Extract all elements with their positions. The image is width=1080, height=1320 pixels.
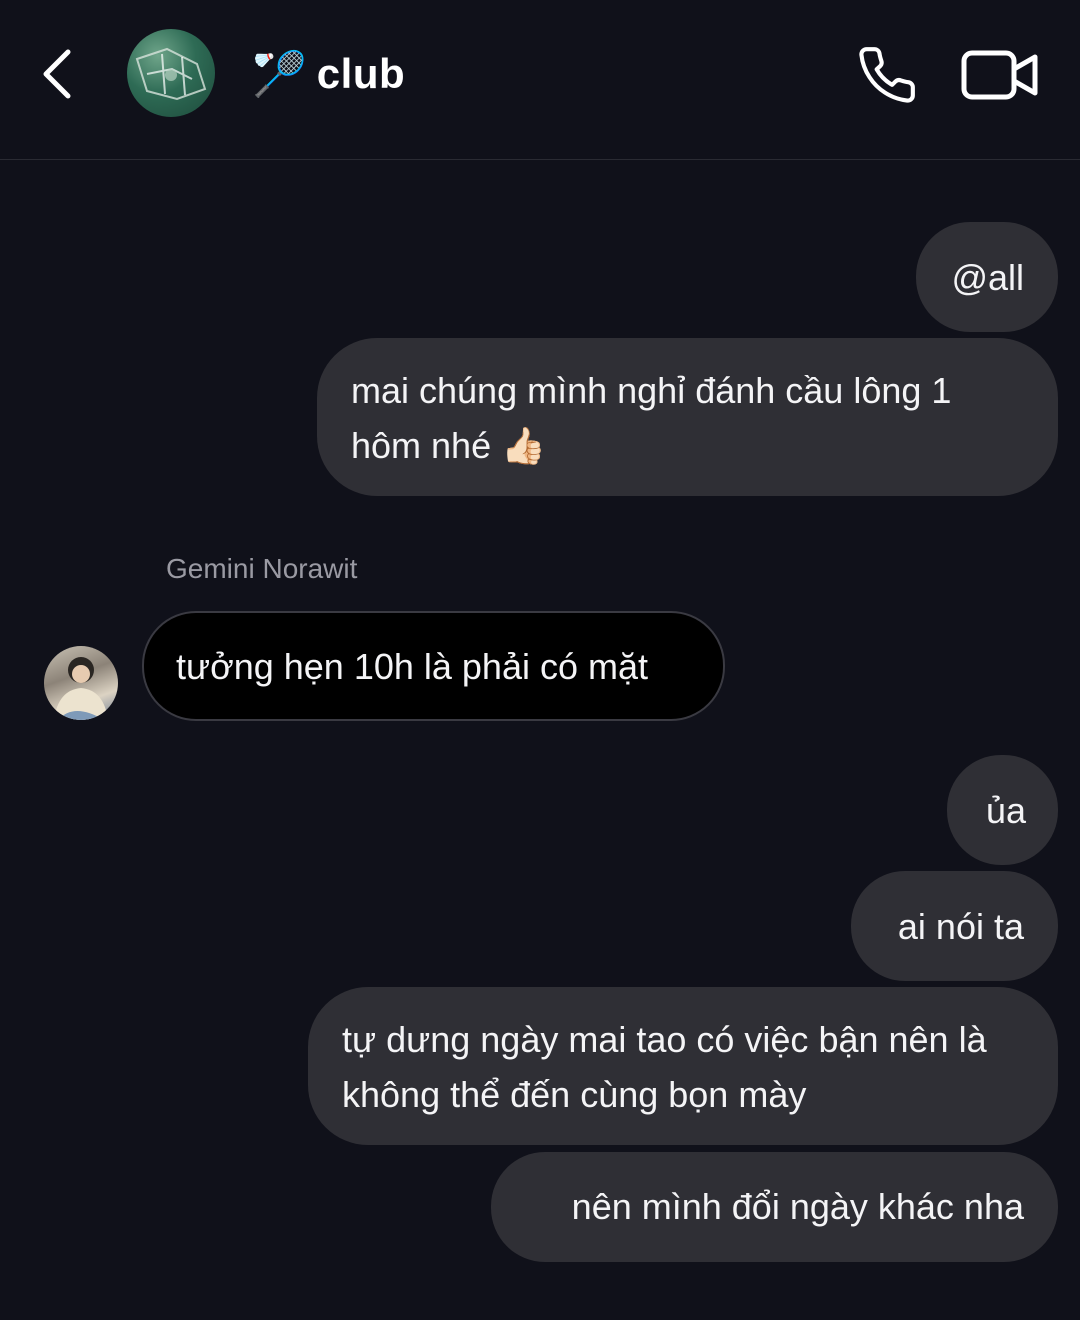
sender-name: Gemini Norawit (166, 553, 358, 584)
message-text: tự dưng ngày mai tao có việc bận nên là … (342, 1019, 987, 1115)
chat-title[interactable]: 🏸 club (252, 44, 405, 104)
message-text: mai chúng mình nghỉ đánh cầu lông 1 hôm … (351, 370, 952, 466)
phone-icon (859, 47, 915, 103)
call-button[interactable] (852, 40, 922, 110)
outgoing-message[interactable]: @all (916, 222, 1058, 332)
message-text: @all (951, 257, 1024, 298)
member-avatar[interactable] (44, 646, 118, 720)
chat-header: 🏸 club (0, 0, 1080, 160)
outgoing-message[interactable]: nên mình đổi ngày khác nha (491, 1152, 1058, 1262)
video-camera-icon (961, 50, 1038, 100)
outgoing-message[interactable]: mai chúng mình nghỉ đánh cầu lông 1 hôm … (317, 338, 1058, 496)
group-avatar[interactable] (127, 29, 215, 117)
video-call-button[interactable] (958, 40, 1042, 110)
message-text: ai nói ta (897, 906, 1024, 947)
chat-title-text: club (316, 50, 406, 97)
outgoing-message[interactable]: ủa (947, 755, 1058, 865)
badminton-emoji: 🏸 (252, 50, 307, 99)
message-text: tưởng hẹn 10h là phải có mặt (176, 646, 649, 687)
message-text: ủa (985, 790, 1026, 831)
message-text: nên mình đổi ngày khác nha (571, 1186, 1024, 1227)
outgoing-message[interactable]: tự dưng ngày mai tao có việc bận nên là … (308, 987, 1058, 1145)
chevron-left-icon (43, 49, 71, 99)
back-button[interactable] (28, 42, 88, 106)
incoming-message[interactable]: tưởng hẹn 10h là phải có mặt (142, 611, 725, 721)
outgoing-message[interactable]: ai nói ta (851, 871, 1058, 981)
